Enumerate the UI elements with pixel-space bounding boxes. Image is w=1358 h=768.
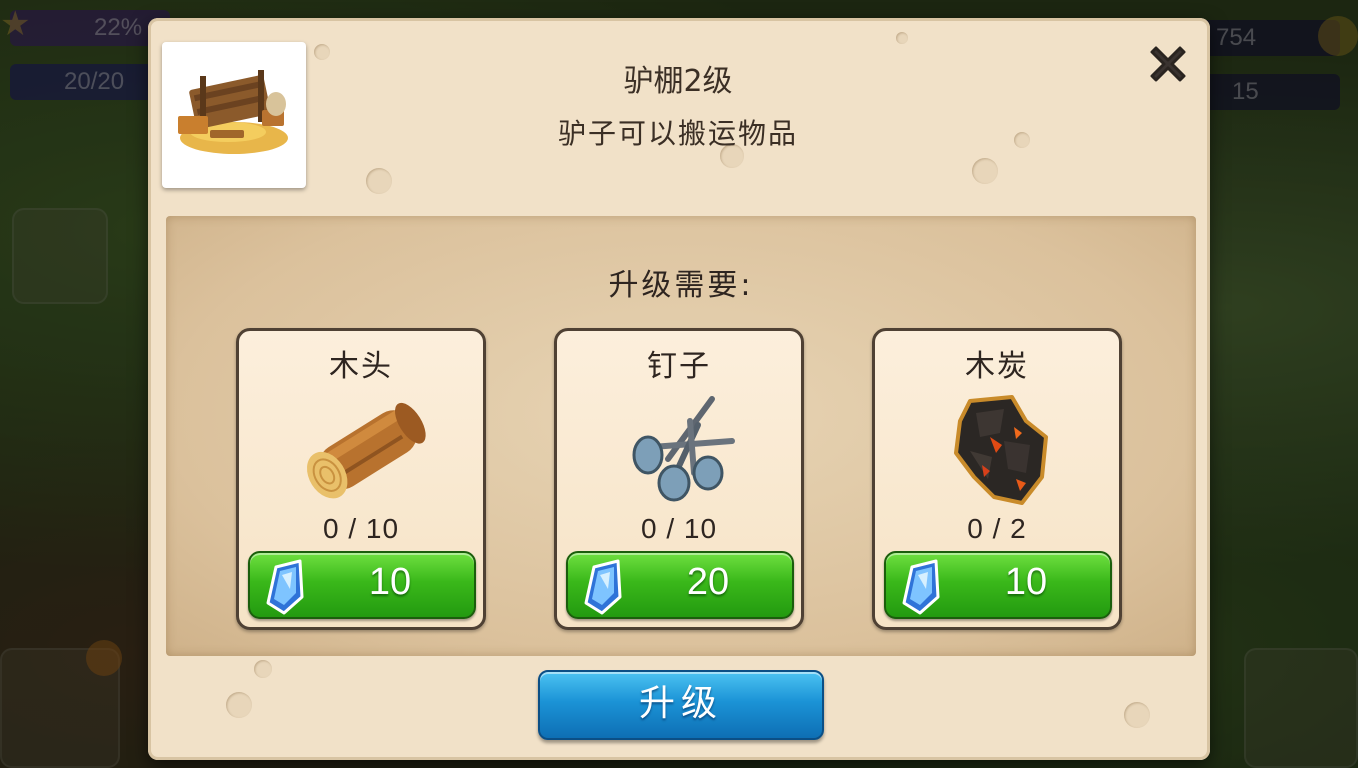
requirement-card-wood: 木头 0 / 10 10 [236,328,486,630]
decor-dot [896,32,908,44]
buy-price: 10 [1004,561,1048,603]
close-button[interactable] [1144,40,1192,88]
decor-dot [1124,702,1150,728]
blue-gem-icon [584,559,622,615]
charcoal-icon [954,395,1048,505]
requirement-count: 0 / 10 [640,513,718,544]
buy-wood-button[interactable]: 10 [248,551,476,619]
dialog-title: 驴棚2级 [623,64,733,99]
requirement-count: 0 / 10 [322,513,400,544]
buy-price: 10 [368,561,412,603]
requirement-name: 钉子 [647,349,711,384]
building-thumbnail [162,42,306,188]
requirements-panel: 升级需要: 木头 0 / 10 10 钉子 0 / 10 20 木炭 0 / 2… [166,216,1196,656]
close-x-icon [1150,46,1186,82]
requirement-card-nails: 钉子 0 / 10 20 [554,328,804,630]
dialog-subtitle: 驴子可以搬运物品 [557,117,798,150]
buy-nails-button[interactable]: 20 [566,551,794,619]
upgrade-dialog: 驴棚2级 驴子可以搬运物品 升级需要: 木头 0 / 10 10 钉子 0 / … [148,18,1210,760]
decor-dot [254,660,272,678]
donkey-shed-icon [178,70,288,154]
decor-dot [226,692,252,718]
decor-dot [972,158,998,184]
blue-gem-icon [266,559,304,615]
decor-dot [1014,132,1030,148]
requirement-name: 木头 [329,349,393,384]
decor-dot [314,44,330,60]
blue-gem-icon [902,559,940,615]
nails-icon [632,396,735,502]
requirement-card-charcoal: 木炭 0 / 2 10 [872,328,1122,630]
wood-log-icon [307,402,426,499]
buy-charcoal-button[interactable]: 10 [884,551,1112,619]
decor-dot [366,168,392,194]
requirement-name: 木炭 [965,349,1029,384]
requirements-heading: 升级需要: [608,268,754,303]
buy-price: 20 [686,561,730,603]
upgrade-button[interactable]: 升级 [538,670,824,740]
requirement-count: 0 / 2 [967,513,1027,544]
